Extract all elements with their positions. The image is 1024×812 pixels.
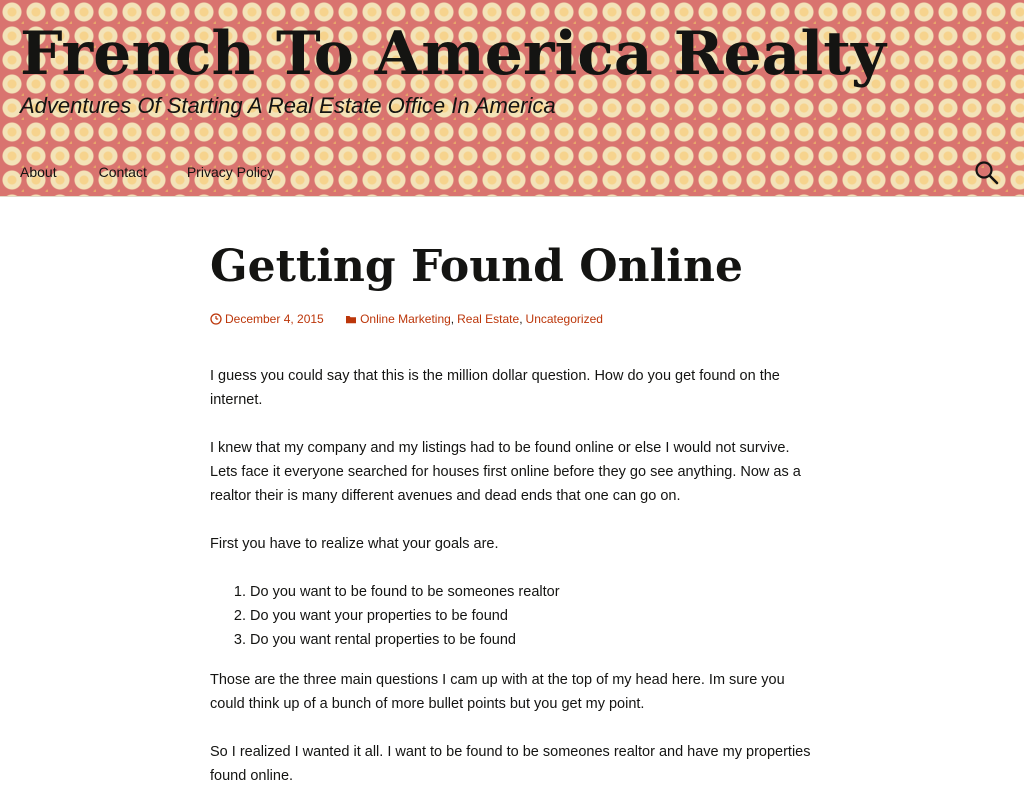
nav-link-privacy-policy[interactable]: Privacy Policy	[167, 150, 294, 195]
goals-list: Do you want to be found to be someones r…	[210, 580, 814, 652]
post-paragraph: I guess you could say that this is the m…	[210, 368, 780, 408]
post-article: Getting Found Online December 4, 2015 On…	[210, 236, 814, 812]
search-toggle[interactable]	[974, 160, 1000, 186]
post-paragraph: I knew that my company and my listings h…	[210, 440, 801, 504]
search-icon	[975, 161, 999, 185]
category-link-uncategorized[interactable]: Uncategorized	[526, 310, 603, 328]
category-link-online-marketing[interactable]: Online Marketing	[360, 310, 451, 328]
nav-item-contact: Contact	[79, 150, 167, 195]
site-description: Adventures Of Starting A Real Estate Off…	[20, 93, 556, 118]
nav-item-privacy-policy: Privacy Policy	[167, 150, 294, 195]
post-paragraph: Those are the three main questions I cam…	[210, 672, 785, 712]
category-link-real-estate[interactable]: Real Estate	[457, 310, 519, 328]
post-paragraph: So I realized I wanted it all. I want to…	[210, 744, 811, 784]
post-meta: December 4, 2015 Online Marketing, Real …	[210, 310, 814, 330]
folder-icon	[346, 316, 357, 324]
main-navigation: About Contact Privacy Policy	[0, 150, 1024, 195]
category-separator: ,	[450, 312, 455, 326]
nav-item-about: About	[0, 150, 79, 195]
post-date: December 4, 2015	[210, 310, 324, 328]
list-item: Do you want your properties to be found	[250, 604, 814, 628]
nav-link-about[interactable]: About	[0, 150, 79, 195]
post-categories: Online Marketing, Real Estate, Uncategor…	[345, 310, 603, 328]
site-title[interactable]: French To America Realty	[20, 14, 886, 94]
post-title: Getting Found Online	[210, 241, 743, 292]
list-item: Do you want rental properties to be foun…	[250, 628, 814, 652]
nav-link-contact[interactable]: Contact	[79, 150, 167, 195]
clock-icon	[210, 313, 222, 325]
category-separator: ,	[519, 312, 523, 326]
post-date-link[interactable]: December 4, 2015	[225, 310, 324, 328]
post-paragraph: First you have to realize what your goal…	[210, 536, 499, 552]
list-item: Do you want to be found to be someones r…	[250, 580, 814, 604]
site-header: French To America Realty Adventures Of S…	[0, 0, 1024, 197]
nav-menu: About Contact Privacy Policy	[0, 150, 294, 195]
post-content: I guess you could say that this is the m…	[210, 364, 814, 788]
